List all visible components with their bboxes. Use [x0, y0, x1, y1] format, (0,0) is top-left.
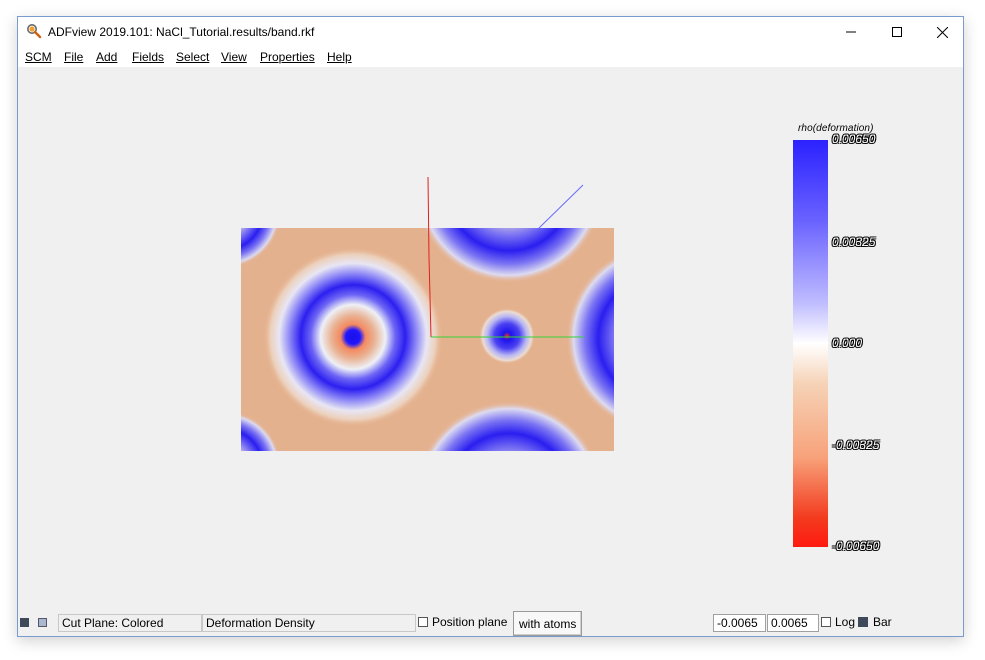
max-value-field[interactable]: 0.0065 — [767, 614, 819, 632]
field-selector[interactable]: Deformation Density — [202, 614, 416, 632]
log-checkbox[interactable] — [821, 617, 831, 627]
menu-help[interactable]: Help — [327, 50, 352, 64]
minimize-button[interactable] — [828, 17, 874, 47]
log-label: Log — [835, 615, 856, 629]
maximize-icon — [892, 27, 902, 37]
colorbar-tick-upper: 0.00325 — [832, 235, 876, 249]
colorbar-tick-zero: 0.000 — [832, 336, 863, 350]
bar-checkbox[interactable] — [858, 617, 868, 627]
menu-scm[interactable]: SCM — [25, 50, 52, 64]
menu-properties[interactable]: Properties — [260, 50, 315, 64]
title-bar: ADFview 2019.101: NaCl_Tutorial.results/… — [18, 17, 963, 47]
menu-select[interactable]: Select — [176, 50, 209, 64]
minimize-icon — [846, 27, 856, 37]
colorbar-tick-max: 0.00650 — [832, 132, 876, 146]
position-plane-checkbox[interactable] — [418, 617, 428, 627]
menu-fields[interactable]: Fields — [132, 50, 164, 64]
menu-bar: SCM File Add Fields Select View Properti… — [18, 47, 963, 67]
bar-label: Bar — [873, 615, 892, 629]
menu-view[interactable]: View — [221, 50, 247, 64]
z-axis-line — [537, 184, 584, 230]
menu-add[interactable]: Add — [96, 50, 117, 64]
colorbar-tick-min: -0.00650 — [832, 539, 880, 553]
maximize-button[interactable] — [874, 17, 920, 47]
adfview-window: ADFview 2019.101: NaCl_Tutorial.results/… — [17, 16, 964, 637]
position-plane-label: Position plane — [432, 615, 508, 629]
close-button[interactable] — [919, 17, 965, 47]
y-axis-line — [427, 176, 432, 338]
status-bar: Cut Plane: Colored Deformation Density P… — [18, 610, 963, 636]
visibility-toggle-icon[interactable] — [20, 618, 29, 627]
colorbar-tick-lower: -0.00325 — [832, 438, 880, 452]
menu-file[interactable]: File — [64, 50, 83, 64]
3d-viewport[interactable]: rho(deformation) 0.00650 0.00325 0.000 -… — [18, 67, 963, 610]
cut-plane-selector[interactable]: Cut Plane: Colored — [58, 614, 202, 632]
window-title: ADFview 2019.101: NaCl_Tutorial.results/… — [48, 25, 315, 39]
color-swatch-icon[interactable] — [38, 618, 47, 627]
adfview-app-icon — [26, 23, 42, 39]
close-icon — [936, 26, 948, 38]
min-value-field[interactable]: -0.0065 — [713, 614, 766, 632]
colorbar — [793, 140, 828, 547]
with-atoms-button[interactable]: with atoms — [513, 611, 583, 636]
